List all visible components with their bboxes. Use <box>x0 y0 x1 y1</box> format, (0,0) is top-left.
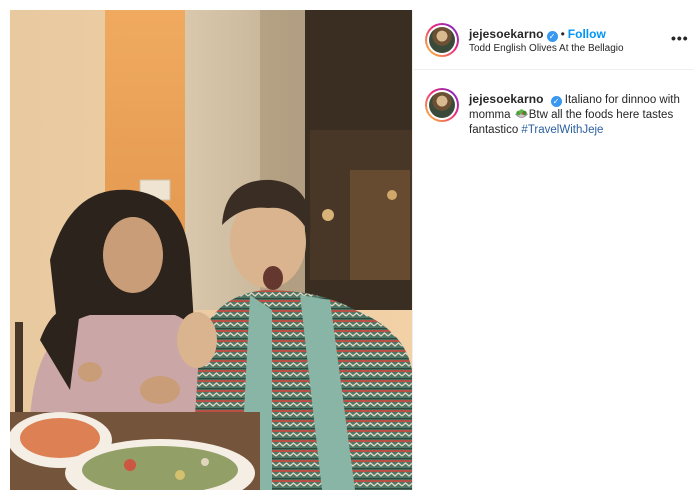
post-photo[interactable] <box>10 10 412 490</box>
caption-username-link[interactable]: jejesoekarno <box>469 92 544 106</box>
instagram-post: jejesoekarno ✓ • Follow Todd English Olives… <box>0 0 700 500</box>
location-link[interactable]: Todd English Olives At the Bellagio <box>469 43 624 54</box>
separator-dot: • <box>560 27 565 41</box>
post-caption: jejesoekarno ✓ Italiano for dinnoo with m… <box>469 92 687 138</box>
username-link[interactable]: jejesoekarno <box>469 27 544 41</box>
dinner-photo <box>10 10 412 490</box>
hashtag-link[interactable]: #TravelWithJeje <box>521 124 603 136</box>
header-user-line: jejesoekarno ✓ • Follow <box>469 27 606 42</box>
avatar[interactable] <box>425 23 459 57</box>
more-options-icon[interactable]: ••• <box>671 30 689 46</box>
post-header: jejesoekarno ✓ • Follow Todd English Olives… <box>413 10 693 70</box>
caption-avatar[interactable] <box>425 88 459 122</box>
follow-button[interactable]: Follow <box>568 27 606 41</box>
verified-badge-icon: ✓ <box>546 31 558 42</box>
profile-picture <box>429 92 455 118</box>
verified-badge-icon: ✓ <box>550 96 562 107</box>
profile-picture <box>429 27 455 53</box>
post-side-panel: jejesoekarno ✓ • Follow Todd English Olives… <box>412 10 693 490</box>
salad-emoji-icon <box>514 109 528 118</box>
